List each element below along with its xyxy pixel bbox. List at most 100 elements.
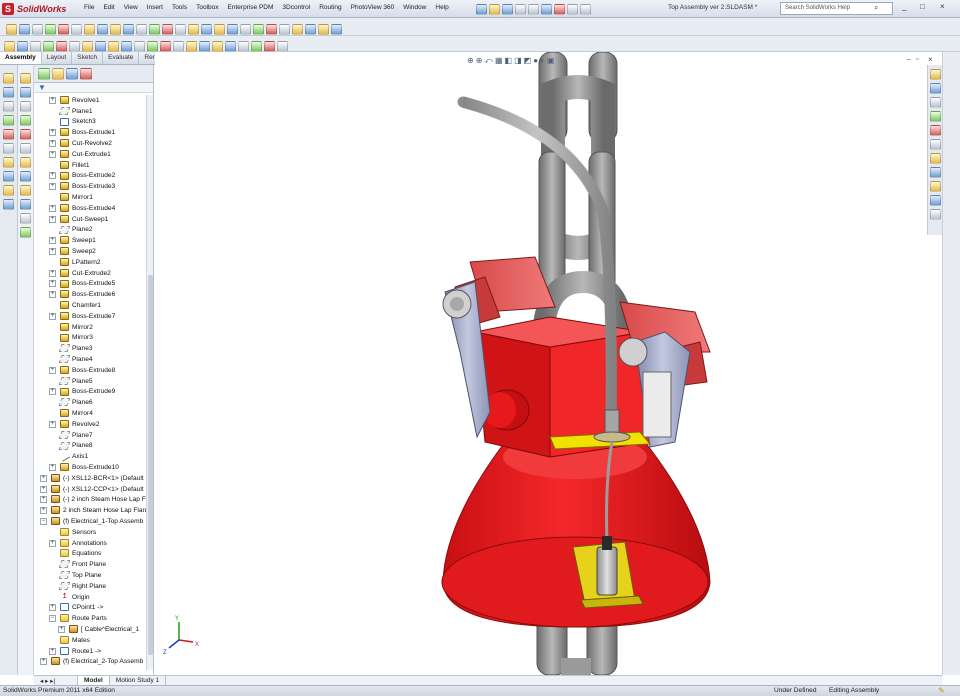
- row1-tool-2-icon[interactable]: [19, 23, 30, 35]
- expand-icon[interactable]: +: [40, 507, 47, 515]
- tree-item[interactable]: Plane5: [34, 376, 146, 387]
- expand-icon[interactable]: +: [49, 129, 56, 137]
- tree-item[interactable]: ↥ Origin: [34, 592, 146, 603]
- row1-tool-5-icon[interactable]: [58, 23, 69, 35]
- row1-tool-21-icon[interactable]: [266, 23, 277, 35]
- row2-tool-5-icon[interactable]: [56, 40, 67, 52]
- row2-tool-16-icon[interactable]: [199, 40, 210, 52]
- previous-view-icon[interactable]: ⤺: [484, 56, 493, 66]
- nav-arrows[interactable]: ◂ ▸ ▸|: [34, 676, 78, 685]
- row1-tool-22-icon[interactable]: [279, 23, 290, 35]
- view-settings-icon[interactable]: ▣: [547, 56, 555, 66]
- graphics-viewport[interactable]: Y X Z: [155, 51, 942, 676]
- tree-item[interactable]: Axis1: [34, 450, 146, 463]
- left-tool-4-icon[interactable]: [3, 115, 14, 126]
- tree-item[interactable]: + CPoint1 ->: [34, 602, 146, 613]
- task-pane-4-icon[interactable]: [930, 111, 941, 122]
- row1-tool-23-icon[interactable]: [292, 23, 303, 35]
- save-icon[interactable]: [502, 3, 513, 15]
- open-folder-icon[interactable]: [489, 3, 500, 15]
- menu-view[interactable]: View: [124, 4, 138, 11]
- tree-item[interactable]: Plane3: [34, 343, 146, 354]
- row2-tool-22-icon[interactable]: [277, 40, 288, 52]
- close-button[interactable]: ×: [940, 2, 945, 11]
- solidworks-logo[interactable]: S SolidWorks: [2, 2, 76, 16]
- tree-item[interactable]: Mates: [34, 635, 146, 646]
- task-pane-6-icon[interactable]: [930, 139, 941, 150]
- tree-item[interactable]: Mirror1: [34, 192, 146, 203]
- expand-icon[interactable]: +: [40, 474, 47, 482]
- row2-tool-6-icon[interactable]: [69, 40, 80, 52]
- row2-tool-20-icon[interactable]: [251, 40, 262, 52]
- sketch-tool-4-icon[interactable]: [20, 115, 31, 126]
- configuration-manager-tab-icon[interactable]: [66, 68, 78, 80]
- expand-icon[interactable]: +: [49, 312, 56, 320]
- task-pane-3-icon[interactable]: [930, 97, 941, 108]
- task-pane-1-icon[interactable]: [930, 69, 941, 80]
- tree-item[interactable]: + Boss-Extrude1: [34, 127, 146, 138]
- left-tool-10-icon[interactable]: [3, 199, 14, 210]
- sketch-tool-3-icon[interactable]: [20, 101, 31, 112]
- row1-tool-7-icon[interactable]: [84, 23, 95, 35]
- task-pane-11-icon[interactable]: [930, 209, 941, 220]
- left-tool-6-icon[interactable]: [3, 143, 14, 154]
- row2-tool-18-icon[interactable]: [225, 40, 236, 52]
- expand-icon[interactable]: +: [49, 539, 56, 547]
- sketch-tool-1-icon[interactable]: [20, 73, 31, 84]
- tree-item[interactable]: Plane1: [34, 106, 146, 117]
- tree-item[interactable]: Equations: [34, 548, 146, 559]
- row1-tool-20-icon[interactable]: [253, 23, 264, 35]
- sketch-tool-2-icon[interactable]: [20, 87, 31, 98]
- left-tool-1-icon[interactable]: [3, 73, 14, 84]
- task-pane-10-icon[interactable]: [930, 195, 941, 206]
- row1-tool-8-icon[interactable]: [97, 23, 108, 35]
- tree-item[interactable]: + Boss-Extrude10: [34, 462, 146, 473]
- tree-item[interactable]: + (-) XSL12-CCP<1> (Default: [34, 484, 146, 495]
- expand-icon[interactable]: +: [40, 485, 47, 493]
- tree-item[interactable]: + Revolve1: [34, 95, 146, 106]
- tree-scroll-thumb[interactable]: [148, 275, 153, 655]
- expand-icon[interactable]: +: [49, 280, 56, 288]
- section-view-icon[interactable]: ▦: [495, 56, 503, 66]
- tree-item[interactable]: Plane4: [34, 354, 146, 365]
- tree-item[interactable]: + Cut-Revolve2: [34, 138, 146, 149]
- expand-icon[interactable]: +: [49, 291, 56, 299]
- rebuild-icon[interactable]: [554, 3, 565, 15]
- tree-item[interactable]: + Boss-Extrude2: [34, 171, 146, 182]
- collapse-icon[interactable]: −: [49, 615, 56, 623]
- menu-file[interactable]: File: [84, 4, 94, 11]
- left-tool-2-icon[interactable]: [3, 87, 14, 98]
- expand-icon[interactable]: +: [49, 150, 56, 158]
- sketch-tool-7-icon[interactable]: [20, 157, 31, 168]
- row2-tool-3-icon[interactable]: [30, 40, 41, 52]
- row2-tool-12-icon[interactable]: [147, 40, 158, 52]
- row2-tool-21-icon[interactable]: [264, 40, 275, 52]
- row1-tool-3-icon[interactable]: [32, 23, 43, 35]
- tree-item[interactable]: Chamfer1: [34, 300, 146, 311]
- new-document-icon[interactable]: [476, 3, 487, 15]
- row2-tool-2-icon[interactable]: [17, 40, 28, 52]
- tab-model[interactable]: Model: [78, 676, 110, 685]
- undo-icon[interactable]: [528, 3, 539, 15]
- row2-tool-7-icon[interactable]: [82, 40, 93, 52]
- tree-item[interactable]: Right Plane: [34, 581, 146, 592]
- expand-icon[interactable]: +: [49, 140, 56, 148]
- row1-tool-15-icon[interactable]: [188, 23, 199, 35]
- sketch-tool-11-icon[interactable]: [20, 213, 31, 224]
- select-icon[interactable]: [541, 3, 552, 15]
- tab-sketch[interactable]: Sketch: [72, 52, 104, 64]
- tree-item[interactable]: Top Plane: [34, 570, 146, 581]
- viewport-restore-icon[interactable]: ▫: [916, 56, 918, 63]
- row2-tool-1-icon[interactable]: [4, 40, 15, 52]
- menu-tools[interactable]: Tools: [172, 4, 187, 11]
- apply-scene-icon[interactable]: ◐: [540, 56, 545, 66]
- row1-tool-13-icon[interactable]: [162, 23, 173, 35]
- restore-button[interactable]: □: [920, 2, 925, 11]
- expand-icon[interactable]: +: [49, 204, 56, 212]
- tree-scrollbar[interactable]: [146, 95, 153, 670]
- left-tool-5-icon[interactable]: [3, 129, 14, 140]
- tree-item[interactable]: +2 inch Steam Hose Lap Flan: [34, 505, 146, 516]
- tree-filter[interactable]: ▼: [34, 83, 153, 93]
- menu-enterprise-pdm[interactable]: Enterprise PDM: [228, 4, 274, 11]
- expand-icon[interactable]: +: [49, 604, 56, 612]
